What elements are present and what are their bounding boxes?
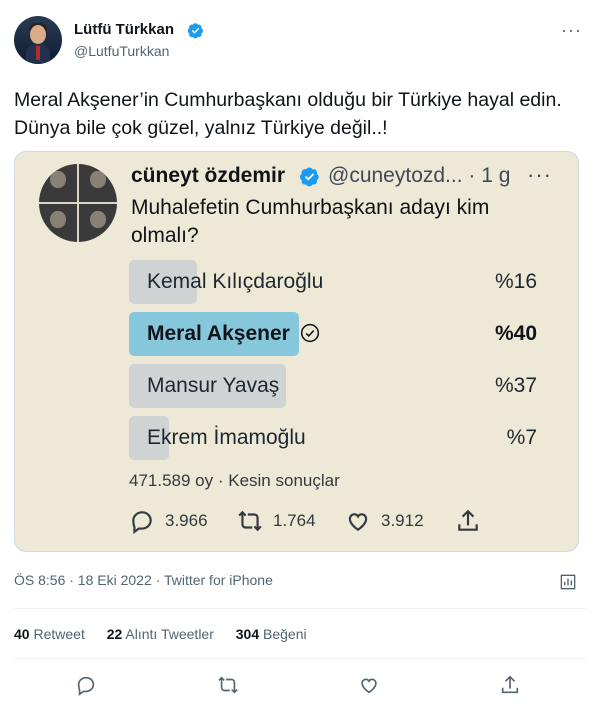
quoted-retweet: 1.764	[237, 508, 316, 534]
tweet-timestamp[interactable]: ÖS 8:56 · 18 Eki 2022 · Twitter for iPho…	[14, 572, 273, 588]
more-icon: ···	[527, 162, 552, 187]
tweet-text: Meral Akşener’in Cumhurbaşkanı olduğu bi…	[14, 89, 562, 139]
poll-option: Meral Akşener %40	[129, 312, 549, 356]
poll-option-percent: %7	[506, 426, 537, 449]
poll-option-percent: %16	[494, 270, 537, 293]
share-icon	[458, 509, 478, 531]
quoted-like: 3.912	[345, 508, 424, 534]
poll-option-label: Ekrem İmamoğlu	[147, 426, 306, 449]
reply-icon	[77, 676, 95, 696]
quoted-retweet-count: 1.764	[273, 511, 316, 530]
quoted-reply: 3.966	[129, 508, 208, 534]
divider	[14, 658, 586, 659]
like-stat[interactable]: 304 Beğeni	[236, 626, 307, 642]
reply-icon	[132, 511, 152, 534]
retweet-icon	[238, 510, 262, 532]
quote-stat[interactable]: 22 Alıntı Tweetler	[107, 626, 214, 642]
poll-votes: 471.589 oy · Kesin sonuçlar	[129, 471, 340, 490]
author-name[interactable]: Lütfü Türkkan	[74, 21, 174, 38]
like-button[interactable]	[355, 671, 383, 699]
poll-question: Muhalefetin Cumhurbaşkanı adayı kim olma…	[131, 196, 490, 247]
poll-option: Mansur Yavaş %37	[129, 364, 549, 408]
quoted-author-handle: @cuneytozd... · 1 g	[328, 164, 511, 187]
quoted-actions: 3.966 1.764 3.912	[129, 508, 549, 536]
more-icon[interactable]: ···	[561, 20, 582, 41]
poll-option-percent: %37	[494, 374, 537, 397]
tweet-image[interactable]: cüneyt özdemir @cuneytozd... · 1 g ··· M…	[14, 151, 579, 552]
like-icon	[361, 678, 377, 694]
tweet-stats: 40 Retweet 22 Alıntı Tweetler 304 Beğeni	[14, 626, 325, 642]
quoted-reply-count: 3.966	[165, 511, 208, 530]
poll-option-label: Mansur Yavaş	[147, 374, 280, 397]
poll-option-label: Kemal Kılıçdaroğlu	[147, 270, 324, 293]
share-icon	[501, 675, 519, 694]
tweet-actions	[14, 671, 586, 699]
share-button[interactable]	[496, 671, 524, 699]
check-circle-icon	[300, 323, 319, 343]
verified-badge-icon	[299, 167, 319, 187]
divider	[14, 608, 586, 609]
quoted-author-name: cüneyt özdemir	[131, 164, 286, 187]
retweet-button[interactable]	[214, 671, 242, 699]
tweet-header: Lütfü Türkkan @LutfuTurkkan ···	[14, 14, 586, 66]
analytics-icon[interactable]	[558, 572, 578, 592]
poll-option: Ekrem İmamoğlu %7	[129, 416, 549, 460]
poll-option: Kemal Kılıçdaroğlu %16	[129, 260, 549, 304]
poll-option-percent: %40	[494, 322, 537, 345]
like-icon	[348, 513, 368, 531]
retweet-icon	[218, 676, 238, 694]
retweet-stat[interactable]: 40 Retweet	[14, 626, 85, 642]
quoted-avatar	[39, 164, 117, 242]
author-avatar[interactable]	[14, 16, 62, 64]
reply-button[interactable]	[72, 671, 100, 699]
quoted-like-count: 3.912	[381, 511, 424, 530]
poll-option-label: Meral Akşener	[147, 322, 320, 346]
quoted-time: · 1 g	[468, 164, 511, 187]
quoted-share	[455, 508, 491, 534]
verified-badge-icon	[187, 23, 203, 39]
author-handle[interactable]: @LutfuTurkkan	[74, 43, 169, 59]
